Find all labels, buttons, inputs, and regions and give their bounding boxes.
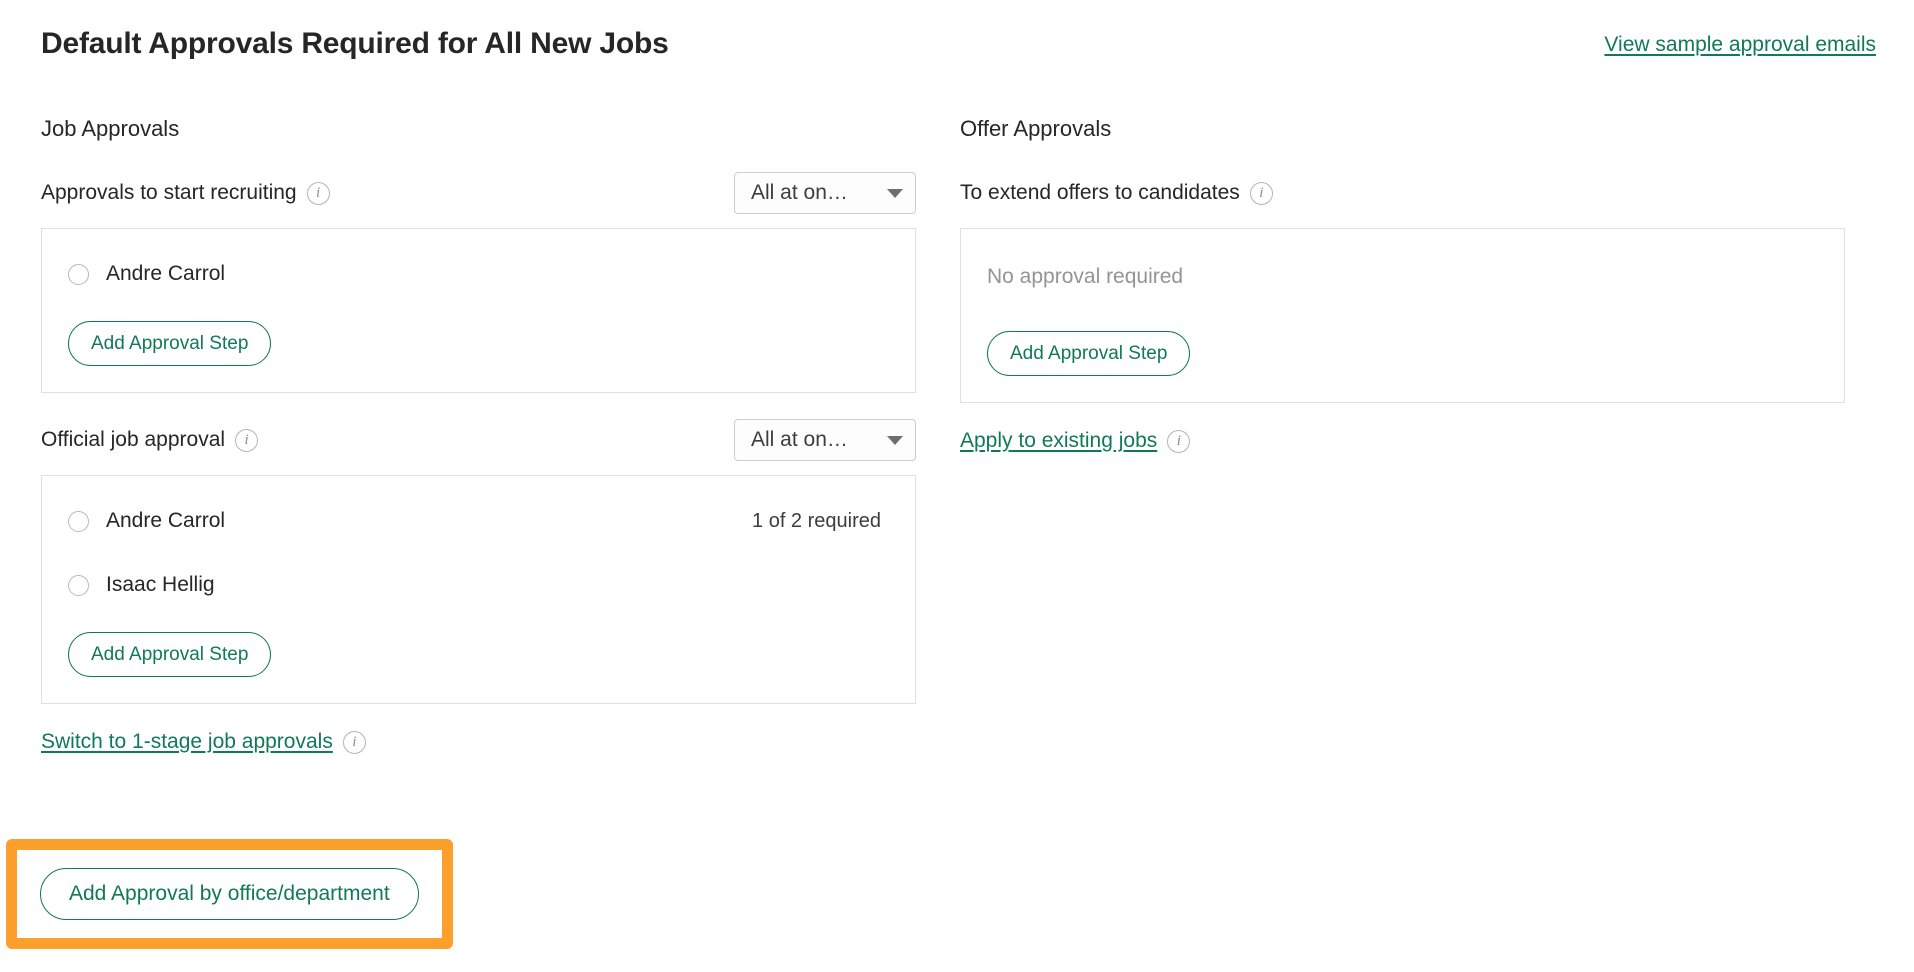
official-job-approval-row: Official job approval i All at on…	[41, 419, 916, 461]
approver-row[interactable]: Andre Carrol	[68, 257, 889, 291]
info-icon[interactable]: i	[1167, 430, 1190, 453]
approvals-to-start-recruiting-label: Approvals to start recruiting	[41, 181, 297, 205]
chevron-down-icon	[887, 436, 903, 445]
add-approval-by-office-department-button[interactable]: Add Approval by office/department	[40, 868, 419, 920]
approvals-to-start-recruiting-row: Approvals to start recruiting i All at o…	[41, 172, 916, 214]
approvals-to-start-recruiting-select[interactable]: All at on…	[734, 172, 916, 214]
to-extend-offers-row: To extend offers to candidates i	[960, 172, 1845, 214]
page-header: Default Approvals Required for All New J…	[0, 0, 1914, 86]
info-icon[interactable]: i	[235, 429, 258, 452]
select-value: All at on…	[751, 181, 848, 205]
offer-approvals-column: Offer Approvals To extend offers to cand…	[960, 118, 1845, 453]
apply-to-existing-jobs-link[interactable]: Apply to existing jobs	[960, 429, 1157, 453]
info-icon[interactable]: i	[307, 182, 330, 205]
official-job-approval-card: Andre Carrol 1 of 2 required Isaac Helli…	[41, 475, 916, 704]
add-approval-step-button[interactable]: Add Approval Step	[987, 331, 1190, 376]
approver-row[interactable]: Andre Carrol 1 of 2 required	[68, 504, 889, 538]
view-sample-approval-emails-link[interactable]: View sample approval emails	[1604, 33, 1876, 57]
to-extend-offers-label: To extend offers to candidates	[960, 181, 1240, 205]
approver-name: Andre Carrol	[106, 509, 225, 533]
approver-name: Andre Carrol	[106, 262, 225, 286]
offer-approvals-heading: Offer Approvals	[960, 118, 1845, 140]
no-approval-required-text: No approval required	[987, 265, 1818, 289]
info-icon[interactable]: i	[1250, 182, 1273, 205]
info-icon[interactable]: i	[343, 731, 366, 754]
required-count-label: 1 of 2 required	[752, 510, 881, 533]
page-title: Default Approvals Required for All New J…	[41, 27, 669, 61]
add-approval-step-button[interactable]: Add Approval Step	[68, 632, 271, 677]
add-approval-step-button[interactable]: Add Approval Step	[68, 321, 271, 366]
highlight-annotation-box: Add Approval by office/department	[6, 839, 453, 949]
approver-radio[interactable]	[68, 511, 89, 532]
official-job-approval-label: Official job approval	[41, 428, 225, 452]
switch-to-one-stage-row: Switch to 1-stage job approvals i	[41, 730, 916, 754]
approvals-to-start-recruiting-card: Andre Carrol Add Approval Step	[41, 228, 916, 393]
chevron-down-icon	[887, 189, 903, 198]
approver-radio[interactable]	[68, 264, 89, 285]
job-approvals-heading: Job Approvals	[41, 118, 916, 140]
apply-to-existing-jobs-row: Apply to existing jobs i	[960, 429, 1845, 453]
offer-approvals-card: No approval required Add Approval Step	[960, 228, 1845, 403]
official-job-approval-select[interactable]: All at on…	[734, 419, 916, 461]
approver-row[interactable]: Isaac Hellig	[68, 568, 889, 602]
approver-radio[interactable]	[68, 575, 89, 596]
switch-to-1-stage-job-approvals-link[interactable]: Switch to 1-stage job approvals	[41, 730, 333, 754]
select-value: All at on…	[751, 428, 848, 452]
approver-name: Isaac Hellig	[106, 573, 215, 597]
job-approvals-column: Job Approvals Approvals to start recruit…	[41, 118, 916, 754]
